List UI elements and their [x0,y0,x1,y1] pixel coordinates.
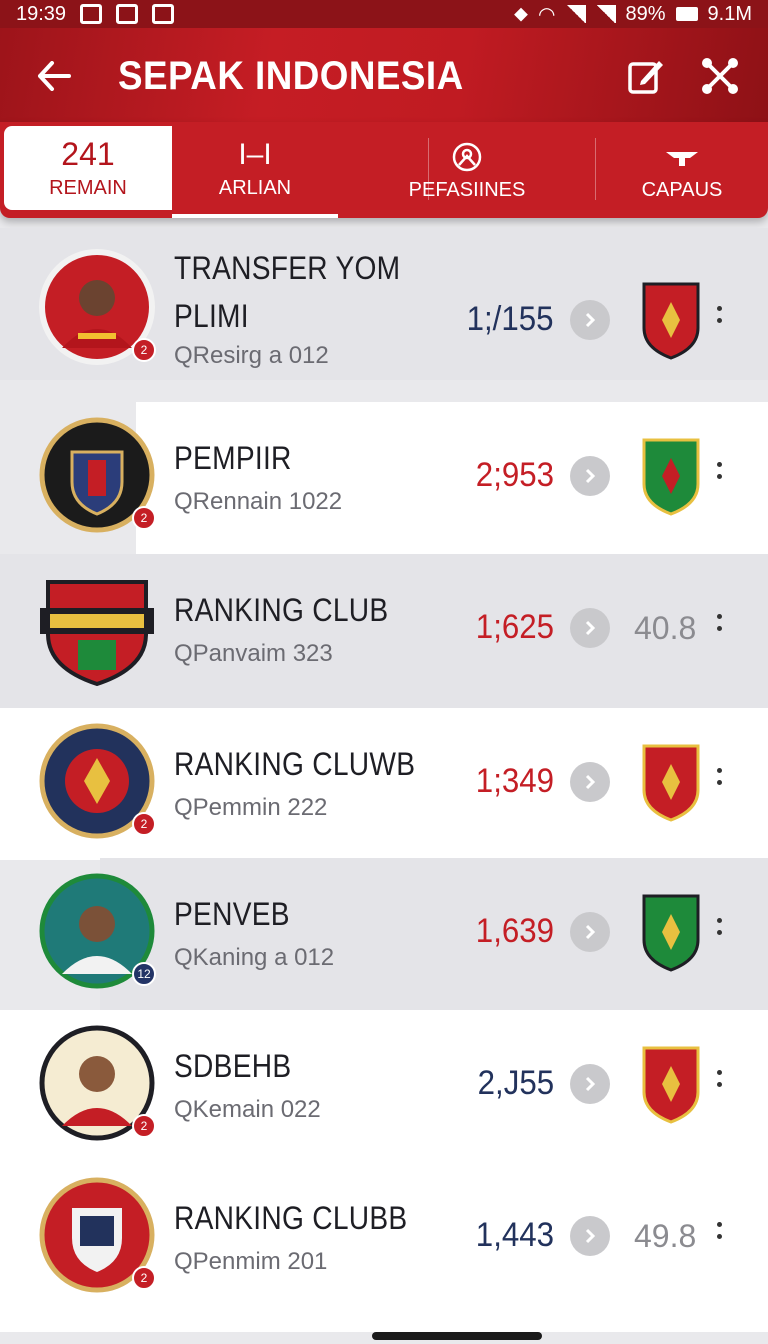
more-options-icon[interactable] [714,306,724,323]
garuda-crest-icon [640,892,702,972]
avatar: 2 [38,1024,156,1142]
garuda-crest-icon [640,742,702,822]
signal-icon [565,5,586,23]
tab-remain-count: 241 [61,136,115,172]
avatar-badge: 2 [132,1266,156,1290]
item-name: PEMPIIR [174,440,292,476]
list-item[interactable]: 2 RANKING CLUBB QPenmim 201 1,443 49.8 [0,1162,768,1332]
item-subtitle: QKemain 022 [174,1096,321,1123]
camera-notification-icon [80,4,103,24]
wifi-icon: ◠ [538,3,556,26]
podium-icon [664,139,700,175]
status-bar: 19:39 ⬥ ◠ 89% 9.1M [0,0,768,28]
avatar: 2 [38,416,156,534]
item-score: 1,639 [475,912,554,950]
more-options-icon[interactable] [714,1222,724,1239]
chevron-right-icon[interactable] [570,300,610,340]
item-name: RANKING CLUWB [174,746,416,782]
tab-bar: 241 REMAIN I–I ARLIAN PEFASIINES CAPAUS [0,122,768,218]
item-rating: 49.8 [634,1218,697,1254]
more-options-icon[interactable] [714,918,724,935]
list-item[interactable]: 2 PEMPIIR QRennain 1022 2;953 [0,402,768,554]
chevron-right-icon[interactable] [570,1064,610,1104]
image-notification-icon [116,4,139,24]
item-name: RANKING CLUBB [174,1200,408,1236]
location-icon: ⬥ [514,2,529,25]
back-arrow-icon[interactable] [34,56,74,96]
item-score: 1;349 [475,762,554,800]
data-speed: 9.1M [707,2,752,25]
signal-icon-2 [595,5,616,23]
garuda-crest-icon [640,436,702,516]
home-indicator[interactable] [372,1332,542,1340]
item-name: SDBEHB [174,1048,292,1084]
tab-capaus[interactable]: CAPAUS [596,122,768,218]
tab-arlian[interactable]: I–I ARLIAN [172,122,338,218]
tab-pefasiines-label: PEFASIINES [408,178,526,201]
app-bar: SEPAK INDONESIA [0,28,768,124]
item-score: 2,J55 [477,1064,554,1102]
chevron-right-icon[interactable] [570,762,610,802]
user-circle-icon [451,139,483,175]
edit-icon[interactable] [626,56,666,96]
status-time: 19:39 [16,2,67,25]
chevron-right-icon[interactable] [570,608,610,648]
more-options-icon[interactable] [714,614,724,631]
item-rating: 40.8 [634,610,697,646]
tab-remain[interactable]: 241 REMAIN [4,126,172,210]
list-item[interactable]: RANKING CLUB QPanvaim 323 1;625 40.8 [0,554,768,708]
avatar: 12 [38,872,156,990]
chevron-right-icon[interactable] [570,1216,610,1256]
avatar-badge: 2 [132,506,156,530]
tab-pefasiines[interactable]: PEFASIINES [338,122,596,218]
item-subtitle: QResirg a 012 [174,342,329,369]
item-name-line2: PLIMI [174,298,249,334]
avatar-badge: 2 [132,812,156,836]
avatar-badge: 12 [132,962,156,986]
more-options-icon[interactable] [714,768,724,785]
battery-percent: 89% [625,2,666,25]
garuda-crest-icon [640,280,702,360]
list-item[interactable]: 12 PENVEB QKaning a 012 1,639 [0,858,768,1010]
item-name: PENVEB [174,896,290,932]
page-title: SEPAK INDONESIA [118,53,464,98]
avatar-badge: 2 [132,338,156,362]
avatar: 2 [38,1176,156,1294]
avatar: 2 [38,722,156,840]
item-name: TRANSFER YOM [174,250,401,286]
item-score: 1;/155 [467,300,554,338]
avatar: 2 [38,248,156,366]
more-options-icon[interactable] [714,1070,724,1087]
more-options-icon[interactable] [714,462,724,479]
item-name: RANKING CLUB [174,592,389,628]
tab-remain-label: REMAIN [49,176,127,199]
item-subtitle: QKaning a 012 [174,944,335,971]
chevron-right-icon[interactable] [570,456,610,496]
item-subtitle: QPemmin 222 [174,794,328,821]
avatar-badge: 2 [132,1114,156,1138]
tab-capaus-label: CAPAUS [641,178,723,201]
fullscreen-icon[interactable] [700,56,740,96]
battery-icon [675,7,698,21]
avatar [38,568,156,687]
item-subtitle: QPenmim 201 [174,1248,328,1275]
message-notification-icon [152,4,175,24]
list-item[interactable]: 2 SDBEHB QKemain 022 2,J55 [0,1010,768,1162]
item-subtitle: QPanvaim 323 [174,640,333,667]
item-score: 1;625 [475,608,554,646]
tab-arlian-icon: I–I [238,137,272,171]
garuda-crest-icon [640,1044,702,1124]
item-score: 2;953 [475,456,554,494]
list-item[interactable]: 2 RANKING CLUWB QPemmin 222 1;349 [0,708,768,860]
list-item[interactable]: 2 TRANSFER YOM PLIMI QResirg a 012 1;/15… [0,228,768,380]
tab-arlian-label: ARLIAN [218,176,292,199]
item-subtitle: QRennain 1022 [174,488,343,515]
chevron-right-icon[interactable] [570,912,610,952]
item-score: 1,443 [475,1216,554,1254]
